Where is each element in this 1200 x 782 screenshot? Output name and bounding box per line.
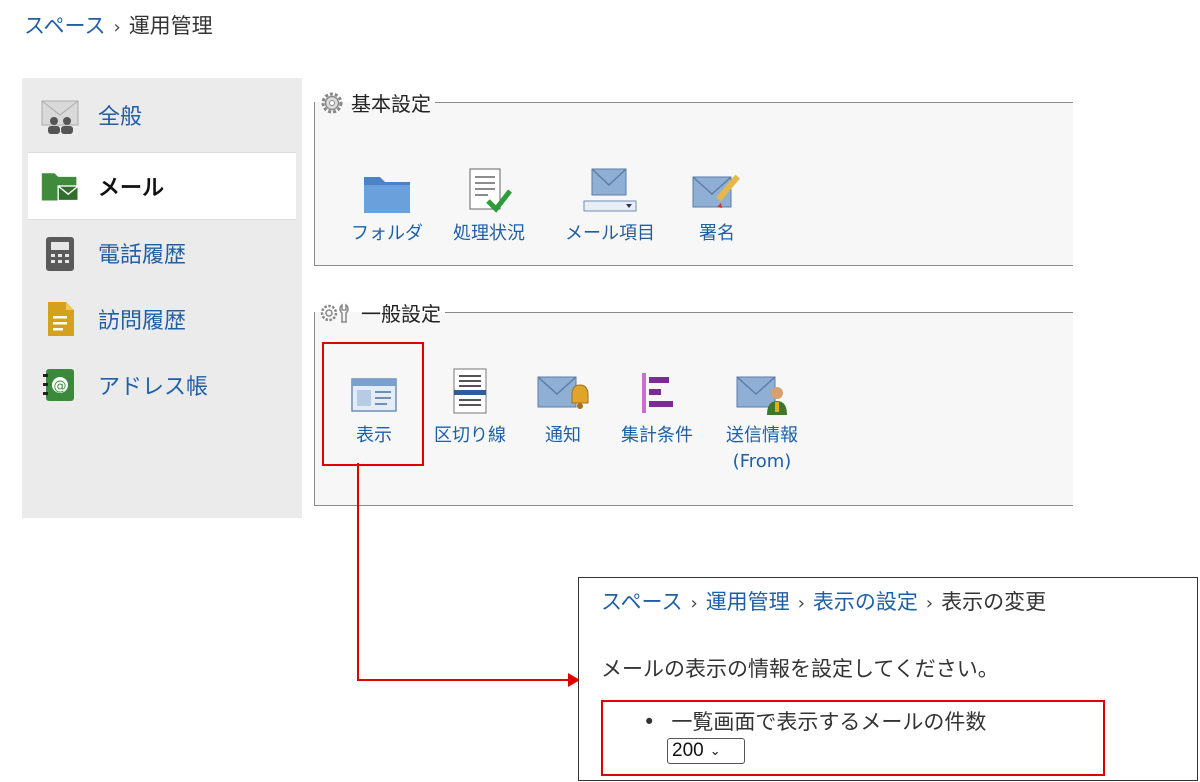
general-settings-group: 一般設定 表示 区切り線 通知 集計条件 送信情報 (From) <box>314 298 1073 506</box>
mail-folder-icon <box>40 166 80 206</box>
status-setting-button[interactable]: 処理状況 <box>445 165 533 247</box>
document-icon <box>40 299 80 339</box>
folder-icon <box>345 165 429 215</box>
status-checklist-icon <box>445 165 533 215</box>
phone-icon <box>40 233 80 273</box>
display-settings-detail-panel: スペース › 運用管理 › 表示の設定 › 表示の変更 メールの表示の情報を設定してください… <box>578 577 1198 781</box>
divider-setting-button[interactable]: 区切り線 <box>427 367 513 449</box>
display-highlight-box <box>322 342 424 466</box>
address-book-icon: @ <box>40 365 80 405</box>
users-mail-icon <box>40 95 80 135</box>
folder-setting-button[interactable]: フォルダ <box>345 165 429 247</box>
notify-setting-label: 通知 <box>545 425 581 446</box>
count-option-highlight-box: • 一覧画面で表示するメールの件数 200 ⌄ <box>601 700 1105 776</box>
sender-info-icon <box>719 367 805 417</box>
breadcrumb-link-space[interactable]: スペース <box>24 14 105 38</box>
general-settings-title: 一般設定 <box>361 302 441 326</box>
breadcrumb-separator: › <box>925 593 934 614</box>
sender-info-setting-label-from: (From) <box>732 451 792 472</box>
sidebar-item-label: 訪問履歴 <box>98 309 187 334</box>
divider-setting-label: 区切り線 <box>434 425 506 446</box>
aggregate-setting-button[interactable]: 集計条件 <box>615 367 699 449</box>
list-item: • 一覧画面で表示するメールの件数 <box>643 706 986 736</box>
signature-setting-label: 署名 <box>699 223 735 244</box>
sidebar-item-label: 全般 <box>98 105 143 130</box>
signature-setting-button[interactable]: 署名 <box>685 165 749 247</box>
svg-text:@: @ <box>54 379 67 394</box>
folder-setting-label: フォルダ <box>351 223 423 244</box>
basic-settings-title: 基本設定 <box>351 92 431 116</box>
basic-settings-legend: 基本設定 <box>315 88 435 117</box>
bullet-dot: • <box>643 710 656 734</box>
aggregate-setting-label: 集計条件 <box>621 425 693 446</box>
mail-fields-icon <box>555 165 665 215</box>
sender-info-setting-button[interactable]: 送信情報 (From) <box>719 367 805 475</box>
mail-fields-setting-button[interactable]: メール項目 <box>555 165 665 247</box>
chevron-down-icon: ⌄ <box>709 743 721 758</box>
notify-bell-icon <box>533 367 593 417</box>
mail-fields-setting-label: メール項目 <box>565 223 655 244</box>
breadcrumb-current: 運用管理 <box>128 14 213 38</box>
breadcrumb-link-admin[interactable]: 運用管理 <box>706 590 790 614</box>
sidebar-item-label: アドレス帳 <box>98 375 209 400</box>
notify-setting-button[interactable]: 通知 <box>533 367 593 449</box>
sidebar-item-mail[interactable]: メール <box>28 152 296 220</box>
gear-icon <box>319 90 345 116</box>
sidebar-item-phone-history[interactable]: 電話履歴 <box>28 220 296 286</box>
status-setting-label: 処理状況 <box>453 223 525 244</box>
sidebar-item-label: 電話履歴 <box>98 243 187 268</box>
signature-icon <box>685 165 749 215</box>
sidebar-item-visit-history[interactable]: 訪問履歴 <box>28 286 296 352</box>
count-option-label: 一覧画面で表示するメールの件数 <box>671 710 987 734</box>
sidebar: 全般 メール 電話履歴 訪問履歴 @ アドレス帳 <box>22 78 302 518</box>
general-settings-legend: 一般設定 <box>315 298 445 327</box>
breadcrumb: スペース › 運用管理 <box>24 10 213 40</box>
aggregate-icon <box>615 367 699 417</box>
settings-panel: 全般 メール 電話履歴 訪問履歴 @ アドレス帳 基本設定 フォルダ 処理状況 … <box>22 78 1073 518</box>
basic-settings-group: 基本設定 フォルダ 処理状況 メール項目 署名 <box>314 88 1073 266</box>
mail-count-value: 200 <box>672 740 704 761</box>
breadcrumb-separator: › <box>113 17 121 38</box>
mail-count-select[interactable]: 200 ⌄ <box>667 738 745 764</box>
description-text: メールの表示の情報を設定してください。 <box>601 657 999 681</box>
tools-icon <box>319 302 355 324</box>
detail-breadcrumb: スペース › 運用管理 › 表示の設定 › 表示の変更 <box>601 586 1046 616</box>
breadcrumb-current: 表示の変更 <box>941 590 1047 614</box>
sidebar-item-general[interactable]: 全般 <box>28 82 296 148</box>
sender-info-setting-label: 送信情報 <box>726 425 798 446</box>
divider-icon <box>427 367 513 417</box>
sidebar-item-address-book[interactable]: @ アドレス帳 <box>28 352 296 418</box>
sidebar-item-label: メール <box>98 176 165 201</box>
breadcrumb-link-space[interactable]: スペース <box>601 590 682 614</box>
breadcrumb-separator: › <box>797 593 805 614</box>
breadcrumb-separator: › <box>690 593 698 614</box>
breadcrumb-link-display-settings[interactable]: 表示の設定 <box>813 590 918 614</box>
